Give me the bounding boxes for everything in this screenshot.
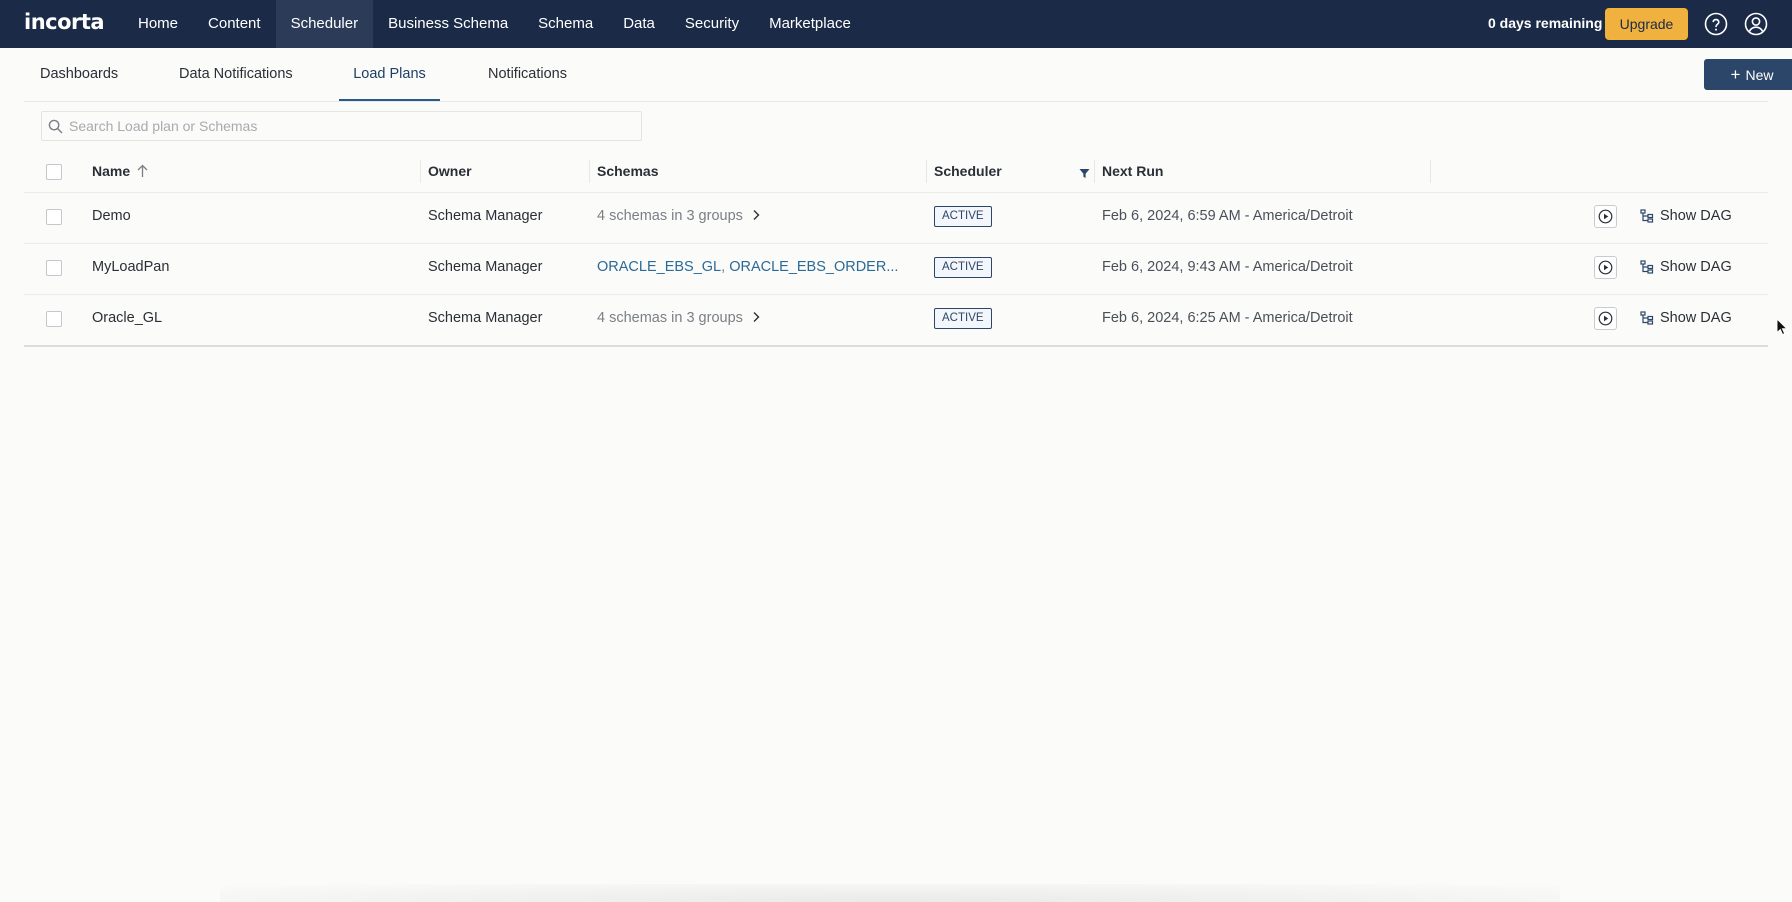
run-load-plan-button[interactable] [1594,205,1617,228]
schema-link[interactable]: ORACLE_EBS_ORDER... [729,259,898,275]
status-badge: ACTIVE [934,308,992,329]
dag-icon [1640,209,1654,223]
main-nav: Home Content Scheduler Business Schema S… [123,0,866,48]
schema-links: ORACLE_EBS_GL, ORACLE_EBS_ORDER... [597,259,899,275]
tab-data-notifications[interactable]: Data Notifications [179,48,293,101]
column-divider[interactable] [1430,160,1431,183]
nav-home[interactable]: Home [123,0,193,48]
run-load-plan-button[interactable] [1594,307,1617,330]
column-header-next-run[interactable]: Next Run [1102,163,1163,179]
upgrade-button[interactable]: Upgrade [1605,8,1688,40]
user-icon[interactable] [1744,12,1768,36]
next-run-cell: Feb 6, 2024, 6:59 AM - America/Detroit [1102,208,1353,224]
column-divider[interactable] [926,160,927,183]
incorta-logo[interactable]: incorta [24,10,105,34]
column-header-schemas[interactable]: Schemas [597,163,658,179]
filter-icon[interactable] [1079,166,1090,184]
status-badge: ACTIVE [934,206,992,227]
nav-business-schema[interactable]: Business Schema [373,0,523,48]
search-input[interactable] [69,112,629,140]
run-load-plan-button[interactable] [1594,256,1617,279]
nav-content[interactable]: Content [193,0,276,48]
row-checkbox[interactable] [46,260,62,276]
tabs-divider [24,101,1768,102]
tab-notifications[interactable]: Notifications [488,48,567,101]
column-header-scheduler[interactable]: Scheduler [934,163,1002,179]
next-run-cell: Feb 6, 2024, 6:25 AM - America/Detroit [1102,310,1353,326]
search-box [41,111,642,141]
status-badge: ACTIVE [934,257,992,278]
column-divider[interactable] [589,160,590,183]
nav-schema[interactable]: Schema [523,0,608,48]
plus-icon: + [1730,64,1741,84]
row-divider [24,294,1768,295]
row-checkbox[interactable] [46,311,62,327]
dag-icon [1640,260,1654,274]
chevron-right-icon[interactable] [751,311,761,323]
tab-dashboards[interactable]: Dashboards [40,48,118,101]
show-dag-button[interactable]: Show DAG [1640,208,1732,224]
help-icon[interactable] [1704,12,1728,36]
header-divider [24,192,1768,193]
play-icon [1598,209,1613,224]
nav-scheduler[interactable]: Scheduler [275,0,374,48]
owner-cell: Schema Manager [428,259,543,275]
nav-marketplace[interactable]: Marketplace [754,0,866,48]
owner-cell: Schema Manager [428,310,543,326]
days-remaining: 0 days remaining [1488,15,1603,31]
next-run-cell: Feb 6, 2024, 9:43 AM - America/Detroit [1102,259,1353,275]
show-dag-button[interactable]: Show DAG [1640,259,1732,275]
sort-ascending-icon[interactable] [136,164,149,178]
nav-data[interactable]: Data [608,0,670,48]
top-nav-bar: incorta Home Content Scheduler Business … [0,0,1792,48]
load-plan-name[interactable]: Oracle_GL [92,310,162,326]
mouse-cursor-icon [1776,317,1788,341]
schemas-summary[interactable]: 4 schemas in 3 groups [597,310,761,326]
column-divider[interactable] [1094,160,1095,183]
load-plan-name[interactable]: MyLoadPan [92,259,169,275]
chevron-right-icon[interactable] [751,209,761,221]
select-all-checkbox[interactable] [46,164,62,180]
owner-cell: Schema Manager [428,208,543,224]
tab-load-plans[interactable]: Load Plans [339,48,440,101]
nav-security[interactable]: Security [670,0,754,48]
dag-icon [1640,311,1654,325]
column-header-name[interactable]: Name [92,163,149,179]
new-button[interactable]: + New [1704,59,1792,90]
schemas-summary[interactable]: 4 schemas in 3 groups [597,208,761,224]
scheduler-tabs: Dashboards Data Notifications Load Plans… [0,48,1792,102]
column-divider[interactable] [420,160,421,183]
new-button-label: New [1745,66,1774,83]
row-checkbox[interactable] [46,209,62,225]
load-plan-name[interactable]: Demo [92,208,131,224]
row-divider [24,243,1768,244]
play-icon [1598,311,1613,326]
column-header-owner[interactable]: Owner [428,163,472,179]
play-icon [1598,260,1613,275]
search-icon [48,119,63,134]
window-bottom-shadow [220,884,1560,902]
table-bottom-border [24,345,1768,347]
schema-link[interactable]: ORACLE_EBS_GL [597,259,721,275]
show-dag-button[interactable]: Show DAG [1640,310,1732,326]
